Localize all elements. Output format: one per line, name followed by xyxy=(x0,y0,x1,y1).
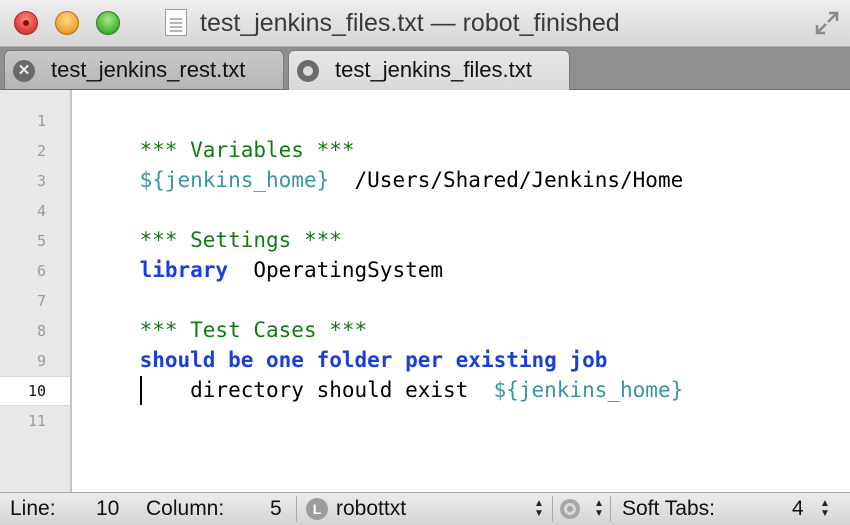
text-caret xyxy=(140,376,142,405)
document-icon xyxy=(165,9,187,36)
tab-test-jenkins-rest[interactable]: ✕ test_jenkins_rest.txt xyxy=(4,50,284,89)
code-line-9: directory should exist ${jenkins_home} xyxy=(89,345,683,402)
zoom-window-button[interactable] xyxy=(96,11,120,35)
tab-test-jenkins-files[interactable]: test_jenkins_files.txt xyxy=(288,50,570,90)
line-label: Line: xyxy=(10,497,56,520)
tab-label: test_jenkins_files.txt xyxy=(335,57,532,82)
tab-bar: ✕ test_jenkins_rest.txt test_jenkins_fil… xyxy=(0,47,850,90)
close-window-button[interactable] xyxy=(14,11,38,35)
language-updown-icon[interactable]: ▲ ▼ xyxy=(534,499,544,519)
code-line-4: *** Settings *** xyxy=(89,195,342,252)
tab-label: test_jenkins_rest.txt xyxy=(51,57,246,82)
line-value: 10 xyxy=(96,497,120,520)
line-number: 9 xyxy=(36,352,46,370)
divider xyxy=(552,496,553,522)
divider xyxy=(610,496,611,522)
soft-tabs-value[interactable]: 4 xyxy=(792,497,804,521)
code-line-7: *** Test Cases *** xyxy=(89,285,368,342)
line-number: 11 xyxy=(27,412,46,430)
settings-updown-icon[interactable]: ▲ ▼ xyxy=(594,499,604,519)
current-line-number: 10 xyxy=(27,382,46,400)
code-line-8: should be one folder per existing job xyxy=(89,315,608,372)
line-number: 1 xyxy=(36,112,46,130)
keyword-token: library xyxy=(139,258,229,282)
code-line-2: ${jenkins_home} /Users/Shared/Jenkins/Ho… xyxy=(89,135,684,192)
line-number: 2 xyxy=(36,142,46,160)
window-title: test_jenkins_files.txt — robot_finished xyxy=(200,9,620,37)
title-bar: test_jenkins_files.txt — robot_finished xyxy=(0,0,850,47)
soft-tabs-label[interactable]: Soft Tabs: xyxy=(622,497,715,521)
divider xyxy=(296,496,297,522)
code-editor[interactable]: *** Variables *** ${jenkins_home} /Users… xyxy=(72,90,850,492)
column-label: Column: xyxy=(146,497,225,520)
line-number: 3 xyxy=(36,172,46,190)
variable-token: ${jenkins_home} xyxy=(139,168,330,192)
line-number: 6 xyxy=(36,262,46,280)
value-token: OperatingSystem xyxy=(228,258,444,282)
close-icon[interactable]: ✕ xyxy=(13,60,35,82)
minimize-window-button[interactable] xyxy=(55,11,79,35)
tabs-updown-icon[interactable]: ▲ ▼ xyxy=(820,499,830,519)
line-number: 7 xyxy=(36,292,46,310)
variable-token: ${jenkins_home} xyxy=(493,378,684,402)
modified-dot-icon[interactable] xyxy=(297,60,319,82)
keyword-call: directory should exist xyxy=(139,378,494,402)
value-token: /Users/Shared/Jenkins/Home xyxy=(329,168,684,192)
language-icon: L xyxy=(306,498,328,520)
fullscreen-icon[interactable] xyxy=(814,10,840,36)
code-line-1: *** Variables *** xyxy=(89,105,355,162)
column-value: 5 xyxy=(270,497,282,520)
code-line-5: library OperatingSystem xyxy=(89,225,443,282)
gear-icon[interactable] xyxy=(558,498,582,520)
line-number: 4 xyxy=(36,202,46,220)
line-number: 5 xyxy=(36,232,46,250)
language-selector[interactable]: robottxt xyxy=(336,497,406,521)
line-number: 8 xyxy=(36,322,46,340)
status-bar: Line: 10 Column: 5 L robottxt ▲ ▼ ▲ ▼ Soft… xyxy=(0,492,850,525)
line-number-gutter: 1 2 3 4 5 6 7 8 9 10 11 xyxy=(0,90,72,492)
